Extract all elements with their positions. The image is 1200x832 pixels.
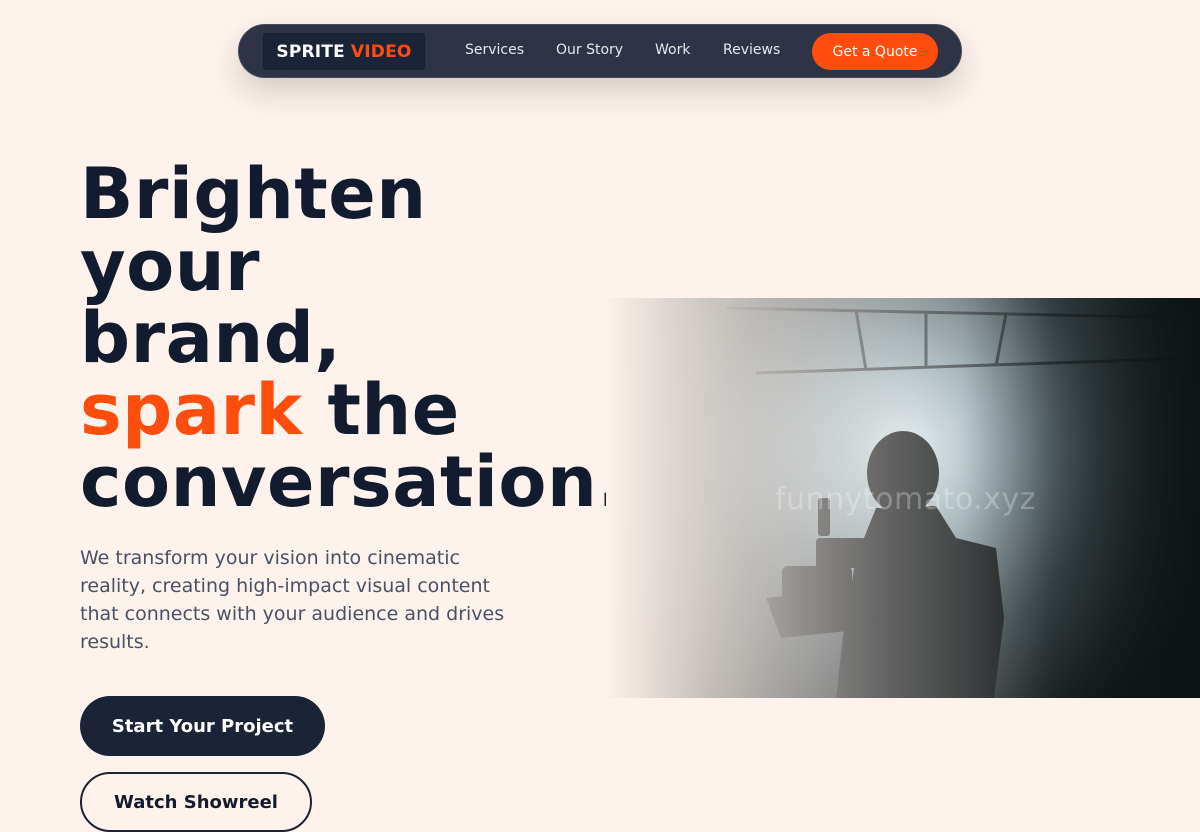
nav-link-work[interactable]: Work [655,42,690,58]
logo-word-video: VIDEO [350,41,412,62]
headline-accent-word: spark [80,369,303,451]
headline-line: your [80,225,261,307]
get-quote-button[interactable]: Get a Quote [812,33,938,70]
headline-line-accent: spark the [80,374,640,446]
headline-line: Brighten [80,153,427,235]
nav-link-reviews[interactable]: Reviews [723,42,780,58]
top-navbar: SPRITE VIDEO Services Our Story Work Rev… [238,24,962,78]
start-project-button[interactable]: Start Your Project [80,696,325,756]
headline-line: brand, [80,297,342,379]
nav-link-services[interactable]: Services [465,42,524,58]
image-watermark: funnytomato.xyz [775,482,1036,517]
logo-word-sprite: SPRITE [276,41,345,62]
nav-link-our-story[interactable]: Our Story [556,42,623,58]
headline-accent-suffix: the [302,369,460,451]
brand-logo[interactable]: SPRITE VIDEO [263,33,425,70]
hero-headline: Brighten your brand, spark the conversat… [80,158,640,518]
headline-line: conversation. [80,441,625,523]
watch-showreel-button[interactable]: Watch Showreel [80,772,312,832]
hero-subtext: We transform your vision into cinematic … [80,547,505,653]
